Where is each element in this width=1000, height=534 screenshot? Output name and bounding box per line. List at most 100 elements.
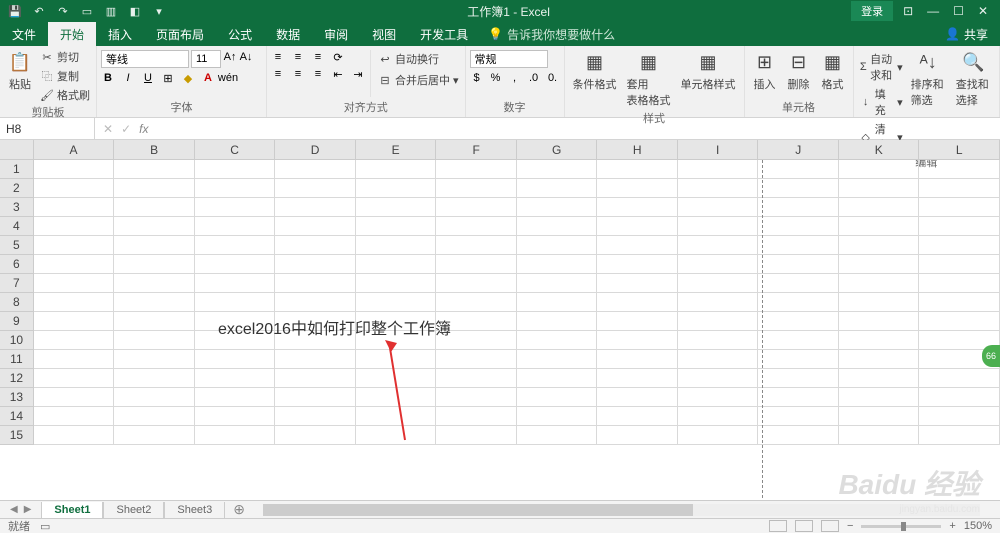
cell[interactable] — [919, 179, 1000, 198]
select-all-corner[interactable] — [0, 140, 34, 160]
cell[interactable] — [517, 274, 598, 293]
autosum-button[interactable]: Σ自动求和 ▾ — [858, 50, 905, 84]
cell[interactable] — [195, 198, 276, 217]
cell[interactable] — [114, 179, 195, 198]
align-left-icon[interactable]: ≡ — [271, 67, 285, 81]
cell[interactable] — [114, 369, 195, 388]
cell[interactable] — [436, 426, 517, 445]
cell[interactable] — [356, 160, 437, 179]
cell[interactable] — [839, 350, 920, 369]
cell[interactable] — [758, 312, 839, 331]
macro-record-icon[interactable]: ▭ — [40, 520, 50, 533]
underline-icon[interactable]: U — [141, 71, 155, 85]
cell[interactable] — [758, 217, 839, 236]
cell[interactable] — [678, 331, 759, 350]
cell[interactable] — [356, 198, 437, 217]
cell[interactable] — [195, 255, 276, 274]
cell[interactable] — [275, 407, 356, 426]
column-header[interactable]: L — [919, 140, 1000, 160]
cell[interactable] — [839, 274, 920, 293]
cell[interactable] — [275, 331, 356, 350]
cell[interactable] — [195, 312, 276, 331]
cell[interactable] — [436, 198, 517, 217]
cell[interactable] — [356, 274, 437, 293]
decrease-font-icon[interactable]: A↓ — [239, 50, 253, 64]
cell[interactable] — [517, 198, 598, 217]
cell[interactable] — [195, 236, 276, 255]
cell[interactable] — [839, 331, 920, 350]
cell[interactable] — [597, 217, 678, 236]
column-header[interactable]: F — [436, 140, 517, 160]
column-header[interactable]: D — [275, 140, 356, 160]
cell[interactable] — [436, 236, 517, 255]
cell[interactable] — [436, 179, 517, 198]
cell[interactable] — [517, 426, 598, 445]
paste-button[interactable]: 📋 粘贴 — [4, 48, 36, 94]
zoom-in-icon[interactable]: + — [949, 520, 955, 532]
sort-filter-button[interactable]: ᴬ↓排序和筛选 — [907, 48, 950, 110]
enter-icon[interactable]: ✓ — [121, 122, 131, 136]
cell[interactable] — [919, 426, 1000, 445]
tab-review[interactable]: 审阅 — [312, 22, 360, 46]
cell[interactable] — [34, 293, 115, 312]
font-name-combo[interactable]: 等线 — [101, 50, 189, 68]
percent-icon[interactable]: % — [489, 71, 503, 85]
horizontal-scrollbar[interactable] — [263, 504, 980, 516]
cell[interactable] — [195, 217, 276, 236]
cell[interactable] — [436, 350, 517, 369]
ribbon-options-icon[interactable]: ⊡ — [903, 4, 913, 18]
phonetic-icon[interactable]: wén — [221, 71, 235, 85]
cell[interactable] — [114, 293, 195, 312]
cell[interactable] — [356, 236, 437, 255]
cell[interactable] — [114, 217, 195, 236]
cell[interactable] — [597, 312, 678, 331]
tab-home[interactable]: 开始 — [48, 22, 96, 46]
column-header[interactable]: H — [597, 140, 678, 160]
cell[interactable] — [597, 426, 678, 445]
align-bottom-icon[interactable]: ≡ — [311, 50, 325, 64]
qat-dropdown-icon[interactable]: ▾ — [152, 4, 166, 18]
cell[interactable] — [517, 179, 598, 198]
row-header[interactable]: 13 — [0, 388, 34, 407]
cell[interactable] — [517, 369, 598, 388]
cell[interactable] — [195, 426, 276, 445]
cell[interactable] — [919, 388, 1000, 407]
cell[interactable] — [517, 350, 598, 369]
pagebreak-view-icon[interactable] — [821, 520, 839, 532]
cell[interactable] — [436, 407, 517, 426]
cell[interactable] — [919, 407, 1000, 426]
tab-file[interactable]: 文件 — [0, 22, 48, 46]
cell[interactable] — [114, 274, 195, 293]
save-icon[interactable]: 💾 — [8, 4, 22, 18]
cell[interactable] — [678, 236, 759, 255]
cell[interactable] — [356, 312, 437, 331]
cell[interactable] — [597, 388, 678, 407]
cell[interactable] — [356, 179, 437, 198]
sheet-tab[interactable]: Sheet2 — [103, 502, 164, 519]
cell[interactable] — [114, 407, 195, 426]
cell[interactable] — [517, 293, 598, 312]
cell[interactable] — [758, 350, 839, 369]
row-header[interactable]: 2 — [0, 179, 34, 198]
cell[interactable] — [34, 236, 115, 255]
column-header[interactable]: G — [517, 140, 598, 160]
row-header[interactable]: 1 — [0, 160, 34, 179]
cell[interactable] — [678, 160, 759, 179]
cell[interactable] — [678, 312, 759, 331]
currency-icon[interactable]: $ — [470, 71, 484, 85]
column-header[interactable]: E — [356, 140, 437, 160]
cell[interactable] — [919, 236, 1000, 255]
cell[interactable] — [517, 217, 598, 236]
cell[interactable] — [34, 160, 115, 179]
zoom-slider[interactable] — [861, 525, 941, 528]
cell[interactable] — [839, 426, 920, 445]
cell[interactable] — [517, 331, 598, 350]
cell[interactable] — [678, 293, 759, 312]
cell[interactable] — [34, 369, 115, 388]
cell[interactable] — [195, 388, 276, 407]
cell[interactable] — [275, 179, 356, 198]
cell[interactable] — [597, 198, 678, 217]
cell[interactable] — [597, 293, 678, 312]
tell-me[interactable]: 💡 告诉我你想要做什么 — [480, 22, 615, 46]
cell[interactable] — [34, 331, 115, 350]
